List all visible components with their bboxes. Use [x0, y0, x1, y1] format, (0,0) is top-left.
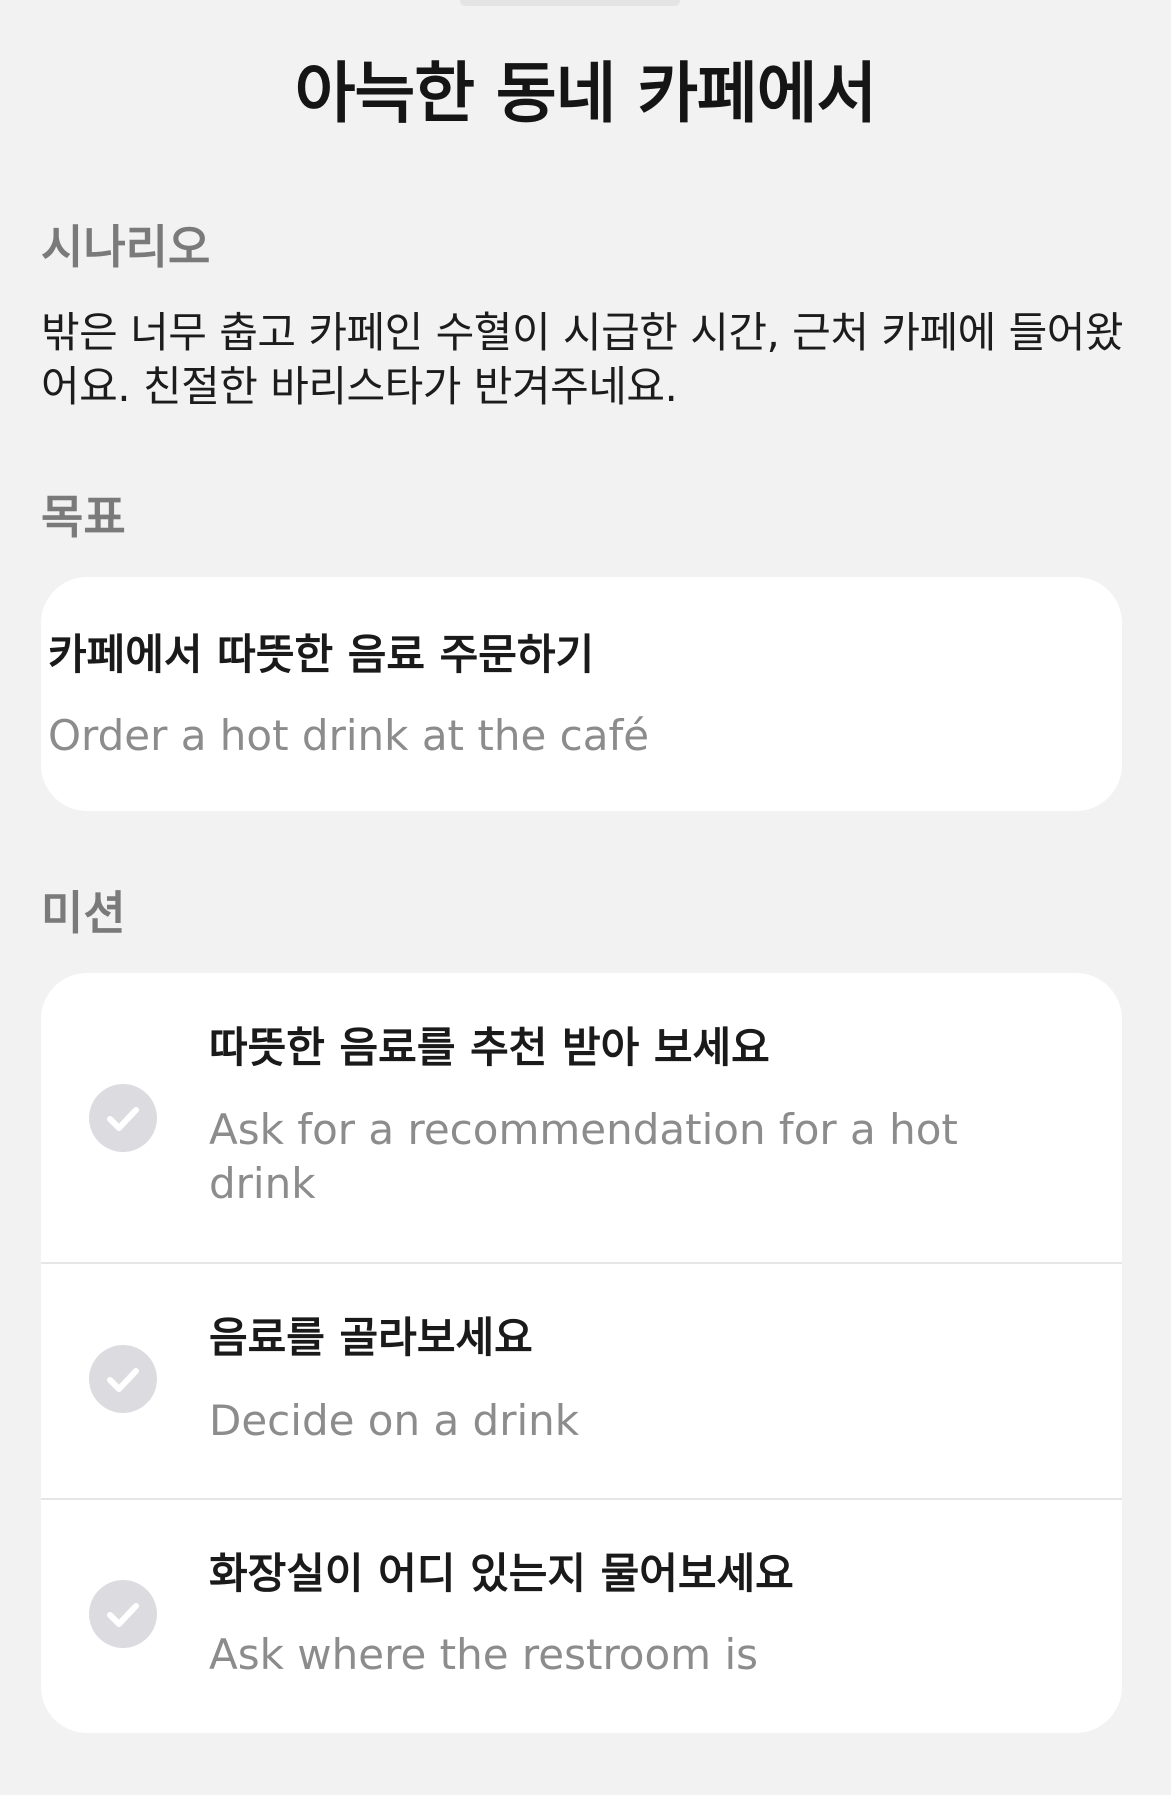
checkmark-circle-icon	[89, 1345, 157, 1413]
checkmark-circle-icon	[89, 1580, 157, 1648]
mission-title-en: Decide on a drink	[209, 1396, 580, 1445]
mission-title-en: Ask for a recommendation for a hot drink	[209, 1105, 958, 1208]
scenario-description: 밖은 너무 춥고 카페인 수혈이 시급한 시간, 근처 카페에 들어왔어요. 친…	[41, 308, 1124, 411]
scenario-section-label: 시나리오	[41, 220, 211, 274]
checkmark-circle-icon	[89, 1084, 157, 1152]
mission-list: 따뜻한 음료를 추천 받아 보세요 Ask for a recommendati…	[41, 973, 1122, 1733]
mission-item[interactable]: 음료를 골라보세요 Decide on a drink	[41, 1262, 1122, 1498]
goal-title-en: Order a hot drink at the café	[48, 711, 650, 760]
goal-section-label: 목표	[41, 490, 126, 544]
mission-title-ko: 화장실이 어디 있는지 물어보세요	[209, 1549, 794, 1598]
mission-section-label: 미션	[41, 886, 126, 940]
sheet-grabber[interactable]	[460, 0, 680, 6]
mission-title-en: Ask where the restroom is	[209, 1630, 758, 1679]
mission-item[interactable]: 따뜻한 음료를 추천 받아 보세요 Ask for a recommendati…	[41, 973, 1122, 1262]
mission-title-ko: 따뜻한 음료를 추천 받아 보세요	[209, 1023, 770, 1072]
goal-card	[41, 577, 1122, 811]
page-title: 아늑한 동네 카페에서	[294, 55, 877, 132]
mission-item[interactable]: 화장실이 어디 있는지 물어보세요 Ask where the restroom…	[41, 1498, 1122, 1733]
goal-title-ko: 카페에서 따뜻한 음료 주문하기	[48, 630, 595, 679]
mission-title-ko: 음료를 골라보세요	[209, 1313, 533, 1362]
